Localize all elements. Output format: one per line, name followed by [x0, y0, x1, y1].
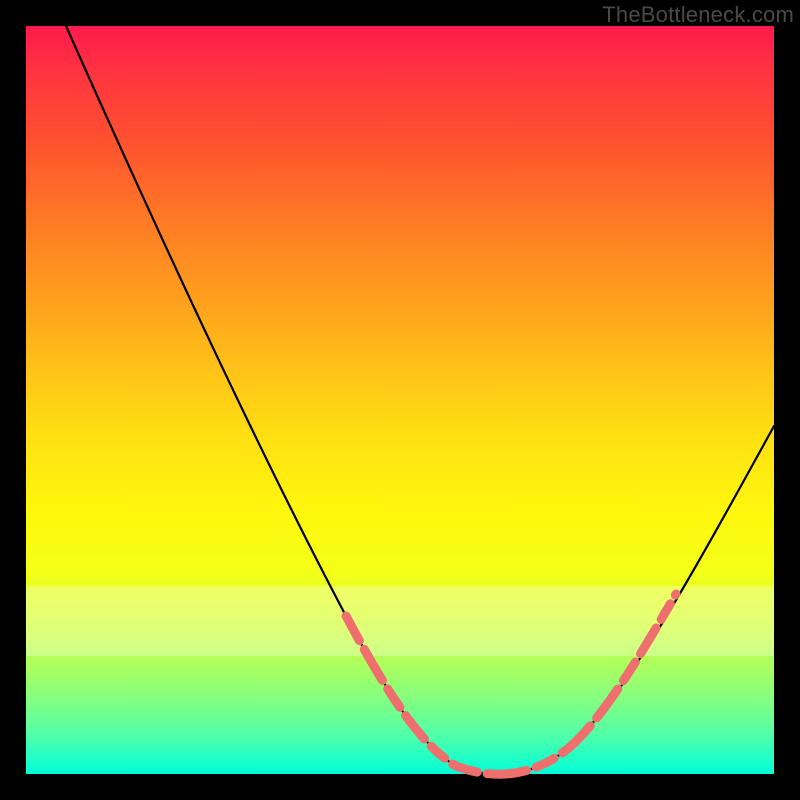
watermark-text: TheBottleneck.com [602, 2, 794, 28]
chart-plot-area [26, 26, 774, 774]
bottleneck-curve [26, 26, 774, 774]
curve-highlight-left [346, 616, 571, 774]
curve-highlight-right [571, 594, 676, 746]
curve-path [66, 26, 774, 774]
